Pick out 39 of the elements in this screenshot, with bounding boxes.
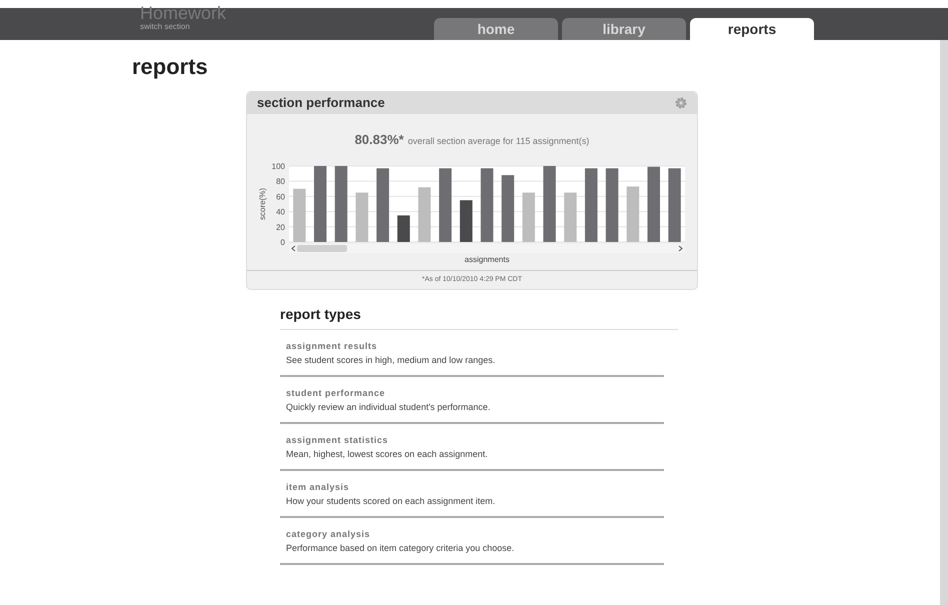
bar (460, 200, 472, 242)
settings-icon[interactable] (675, 97, 687, 109)
nav-tab[interactable]: library (562, 18, 686, 40)
bar (356, 192, 368, 242)
report-description: Quickly review an individual student's performance. (286, 400, 492, 414)
bar (522, 192, 535, 242)
report-description: Performance based on item category criteria you choose. (286, 542, 516, 555)
y-tick-label: 40 (276, 207, 285, 216)
average-score: 80.83%* (354, 131, 404, 149)
y-tick-label: 20 (276, 222, 285, 232)
report-link[interactable]: student performance (286, 387, 658, 400)
report-link[interactable]: item analysis (286, 481, 658, 494)
report-description: Mean, highest, lowest scores on each assignment. (286, 448, 489, 461)
bar (626, 186, 640, 242)
y-axis-label: score(%) (258, 188, 267, 220)
report-description: See student scores in high, medium and low ranges. (286, 354, 496, 367)
report-link[interactable]: assignment results (286, 340, 658, 354)
section-heading: report types (280, 304, 678, 330)
y-tick-label: 0 (280, 238, 285, 246)
panel-title: section performance (257, 94, 385, 112)
bar (564, 192, 577, 242)
x-axis-label: assignments (464, 254, 510, 264)
nav-tab[interactable]: reports (690, 18, 814, 40)
y-tick-label: 80 (276, 176, 285, 186)
report-link[interactable]: assignment statistics (286, 434, 658, 448)
bar (418, 186, 431, 242)
report-link[interactable]: category analysis (286, 528, 658, 542)
app-title: Homework (140, 4, 226, 22)
page-title: reports (132, 53, 209, 81)
y-tick-label: 60 (276, 192, 285, 201)
scrollbar[interactable] (940, 40, 948, 605)
average-description: overall section average for 115 assignment(s) (408, 135, 590, 148)
bar (293, 188, 306, 242)
report-description: How your students scored on each assignment item. (286, 494, 496, 508)
y-tick-label: 100 (272, 162, 285, 170)
chart-scrollbar[interactable] (289, 244, 685, 252)
bar (502, 174, 514, 242)
switch-section-link[interactable]: switch section (140, 22, 226, 32)
nav-tab[interactable]: home (434, 18, 558, 40)
